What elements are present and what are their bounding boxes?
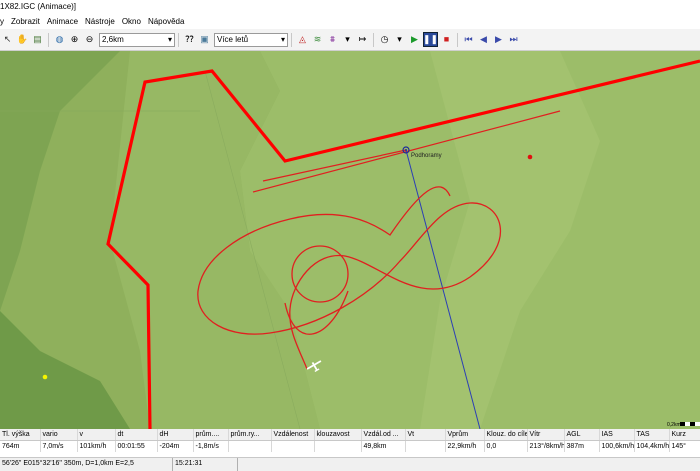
chevron-down-icon: ▾	[280, 34, 285, 44]
column-header[interactable]: Vzdálenost	[271, 429, 315, 441]
point-marker[interactable]	[527, 154, 533, 160]
flights-select[interactable]: Více letů ▾	[214, 32, 288, 47]
zoom-out-icon[interactable]: ⊖	[83, 33, 96, 46]
status-coordinates: 56'26" E015°32'16" 350m, D=1,0km E=2,5	[0, 458, 173, 471]
column-header[interactable]: dt	[115, 429, 158, 441]
column-header[interactable]: klouzavost	[314, 429, 362, 441]
column-header[interactable]: Vzdál.od ...	[361, 429, 406, 441]
table-cell: 22,9km/h	[445, 440, 485, 452]
scale-bar	[690, 422, 695, 426]
pause-icon[interactable]: ❚❚	[423, 32, 438, 47]
table-cell: 101km/h	[77, 440, 116, 452]
column-header[interactable]: Vt	[405, 429, 446, 441]
column-header[interactable]: v	[77, 429, 116, 441]
table-cell: 0,0	[484, 440, 528, 452]
toolbar: ↖ ✋ ▤ ◍ ⊕ ⊖ 2,6km ▾ ⁇ ▣ Více letů ▾ ◬ ≋ …	[0, 29, 700, 51]
map-view[interactable]: Podhoramy 0,2km	[0, 51, 700, 429]
column-header[interactable]: prům.ry...	[228, 429, 272, 441]
statistics-icon[interactable]: ⩩	[326, 33, 339, 46]
column-header[interactable]: vario	[40, 429, 78, 441]
pan-icon[interactable]: ✋	[16, 33, 29, 46]
scale-label: 0,2km	[667, 422, 681, 428]
table-cell	[314, 440, 362, 452]
terrain-patch	[0, 51, 120, 311]
column-header[interactable]: IAS	[599, 429, 635, 441]
column-header[interactable]: TAS	[634, 429, 670, 441]
image-icon[interactable]: ▣	[198, 33, 211, 46]
globe-icon[interactable]: ◍	[53, 33, 66, 46]
task-icon[interactable]: ◬	[296, 33, 309, 46]
column-header[interactable]: Kurz	[669, 429, 700, 441]
table-row[interactable]: 764m 7,0m/s 101km/h 00:01:55 -204m -1,8m…	[0, 440, 700, 452]
table-cell: -204m	[157, 440, 194, 452]
toolbar-separator	[48, 32, 49, 47]
toolbar-separator	[178, 32, 179, 47]
terrain-patch	[0, 311, 130, 429]
column-header[interactable]: Vítr	[527, 429, 565, 441]
table-cell: 213°/8km/h	[527, 440, 565, 452]
status-bar: 56'26" E015°32'16" 350m, D=1,0km E=2,5 1…	[0, 457, 700, 471]
table-cell: 100,6km/h	[599, 440, 635, 452]
zoom-select-value: 2,6km	[102, 34, 124, 44]
barogram-icon[interactable]: ≋	[311, 33, 324, 46]
grid-header-row: Tl. výška vario v dt dH prům.... prům.ry…	[0, 429, 700, 441]
column-header[interactable]: Vprům	[445, 429, 485, 441]
skip-end-icon[interactable]: ⏭	[507, 33, 520, 46]
stop-icon[interactable]: ■	[440, 33, 453, 46]
waypoint-label: Podhoramy	[411, 153, 442, 159]
table-cell: 00:01:55	[115, 440, 158, 452]
scale-bar	[680, 422, 685, 426]
table-cell: 49,8km	[361, 440, 406, 452]
scale-bar	[695, 422, 700, 426]
flight-data-grid: Tl. výška vario v dt dH prům.... prům.ry…	[0, 429, 700, 457]
skip-start-icon[interactable]: ⏮	[462, 33, 475, 46]
column-header[interactable]: AGL	[564, 429, 600, 441]
table-cell	[228, 440, 272, 452]
toolbar-separator	[373, 32, 374, 47]
table-cell	[271, 440, 315, 452]
menu-item-animace[interactable]: Animace	[47, 17, 78, 26]
pointer-icon[interactable]: ↖	[1, 33, 14, 46]
table-cell: 104,4km/h	[634, 440, 670, 452]
toolbar-separator	[291, 32, 292, 47]
menu-bar: y Zobrazit Animace Nástroje Okno Nápověd…	[0, 14, 700, 29]
measure-icon[interactable]: ↦	[356, 33, 369, 46]
window-title: 1X82.IGC (Animace)]	[0, 0, 700, 14]
toolbar-separator	[457, 32, 458, 47]
table-cell: 145°	[669, 440, 700, 452]
layers-icon[interactable]: ▤	[31, 33, 44, 46]
clock-icon[interactable]: ◷	[378, 33, 391, 46]
play-icon[interactable]: ▶	[408, 33, 421, 46]
step-forward-icon[interactable]: ▶	[492, 33, 505, 46]
map-canvas[interactable]: Podhoramy 0,2km	[0, 51, 700, 429]
point-marker[interactable]	[42, 374, 48, 380]
column-header[interactable]: prům....	[193, 429, 229, 441]
chevron-down-icon: ▾	[167, 34, 172, 44]
help-pointer-icon[interactable]: ⁇	[183, 33, 196, 46]
menu-item-okno[interactable]: Okno	[122, 17, 141, 26]
table-cell	[405, 440, 446, 452]
chevron-down-icon[interactable]: ▾	[393, 33, 406, 46]
menu-item-soubor[interactable]: y	[0, 17, 4, 26]
column-header[interactable]: dH	[157, 429, 194, 441]
step-back-icon[interactable]: ◀	[477, 33, 490, 46]
flights-select-value: Více letů	[217, 34, 249, 44]
column-header[interactable]: Klouz. do cíle	[484, 429, 528, 441]
table-cell: 764m	[0, 440, 41, 452]
column-header[interactable]: Tl. výška	[0, 429, 41, 441]
zoom-select[interactable]: 2,6km ▾	[99, 32, 175, 47]
waypoint-marker-center	[405, 149, 407, 151]
table-cell: 7,0m/s	[40, 440, 78, 452]
table-cell: 387m	[564, 440, 600, 452]
zoom-in-icon[interactable]: ⊕	[68, 33, 81, 46]
menu-item-zobrazit[interactable]: Zobrazit	[11, 17, 40, 26]
menu-item-napoveda[interactable]: Nápověda	[148, 17, 184, 26]
table-cell: -1,8m/s	[193, 440, 229, 452]
menu-item-nastroje[interactable]: Nástroje	[85, 17, 115, 26]
chevron-down-icon[interactable]: ▾	[341, 33, 354, 46]
scale-bar	[685, 422, 690, 426]
status-time: 15:21:31	[173, 458, 238, 471]
